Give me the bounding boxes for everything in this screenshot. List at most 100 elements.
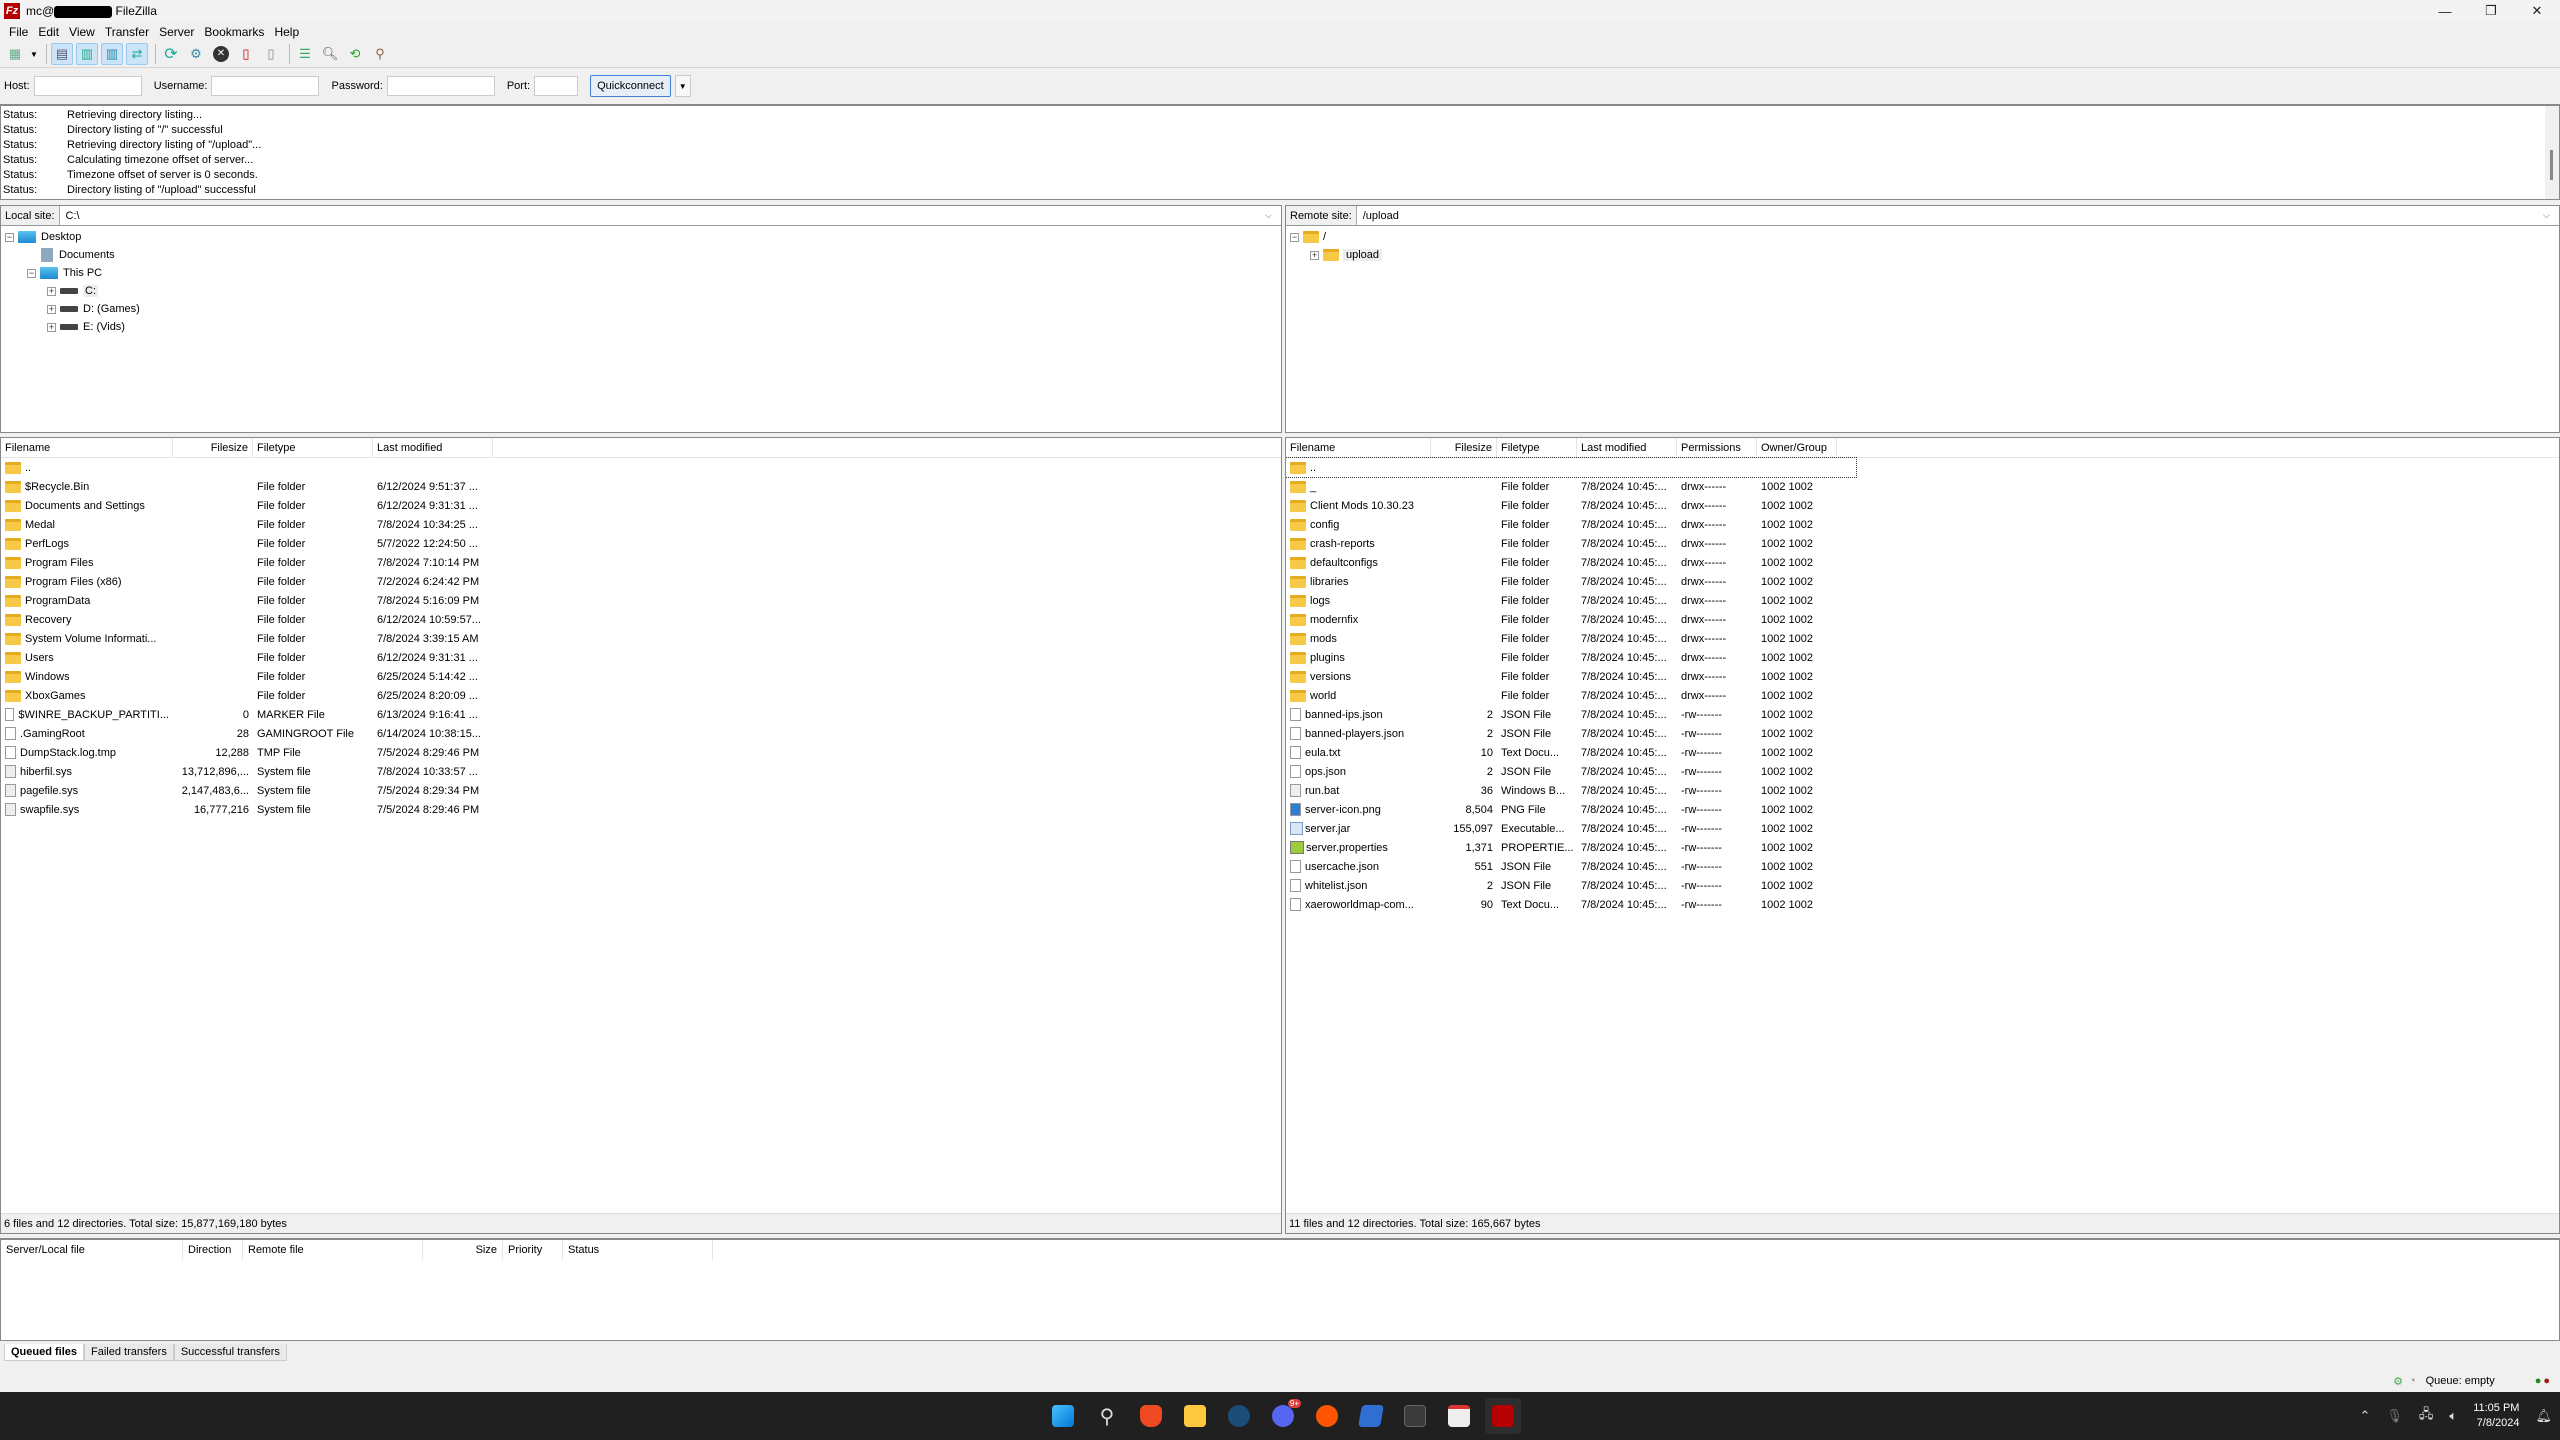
cancel-icon[interactable]: ✕ (210, 43, 232, 65)
local-file-row[interactable]: .. (1, 458, 1281, 477)
local-file-row[interactable]: $Recycle.Bin File folder 6/12/2024 9:51:… (1, 477, 1281, 496)
toggle-message-log-icon[interactable]: ▤ (51, 43, 73, 65)
minimize-button[interactable]: — (2422, 0, 2468, 22)
local-file-row[interactable]: ProgramData File folder 7/8/2024 5:16:09… (1, 591, 1281, 610)
quickconnect-button[interactable]: Quickconnect (590, 75, 671, 97)
compare-icon[interactable]: 🔍︎ (319, 43, 341, 65)
log-scrollbar[interactable] (2545, 106, 2559, 199)
microphone-icon[interactable]: 🎙︎ (2386, 1408, 2403, 1424)
remote-file-row[interactable]: libraries File folder 7/8/2024 10:45:...… (1286, 572, 2559, 591)
column-filename[interactable]: Filename (1286, 438, 1431, 457)
menu-transfer[interactable]: Transfer (100, 25, 154, 39)
remote-file-row[interactable]: plugins File folder 7/8/2024 10:45:... d… (1286, 648, 2559, 667)
discord-button[interactable]: 9+ (1265, 1398, 1301, 1434)
toggle-transfer-queue-icon[interactable]: ⇄ (126, 43, 148, 65)
filezilla-taskbar-button[interactable] (1485, 1398, 1521, 1434)
settings-gear-icon[interactable]: ⚙ (2393, 1375, 2403, 1388)
column-priority[interactable]: Priority (503, 1240, 563, 1260)
column-filetype[interactable]: Filetype (253, 438, 373, 457)
remote-file-row[interactable]: server-icon.png 8,504 PNG File 7/8/2024 … (1286, 800, 2559, 819)
snipping-tool-button[interactable] (1441, 1398, 1477, 1434)
search-button[interactable]: ⚲ (1089, 1398, 1125, 1434)
tab-queued-files[interactable]: Queued files (4, 1344, 85, 1361)
toggle-local-tree-icon[interactable]: ▥ (76, 43, 98, 65)
remote-file-row[interactable]: .. (1286, 457, 1857, 478)
terminal-button[interactable] (1397, 1398, 1433, 1434)
site-manager-dropdown-icon[interactable]: ▼ (29, 43, 39, 65)
show-hidden-icons-icon[interactable]: ⌃ (2359, 1408, 2370, 1424)
host-input[interactable] (33, 76, 142, 96)
local-file-row[interactable]: .GamingRoot 28 GAMINGROOT File 6/14/2024… (1, 724, 1281, 743)
remote-file-row[interactable]: config File folder 7/8/2024 10:45:... dr… (1286, 515, 2559, 534)
synchronized-browsing-icon[interactable]: ⟲ (344, 43, 366, 65)
local-file-row[interactable]: pagefile.sys 2,147,483,6... System file … (1, 781, 1281, 800)
local-file-row[interactable]: Program Files (x86) File folder 7/2/2024… (1, 572, 1281, 591)
reconnect-icon[interactable]: ▯ (260, 43, 282, 65)
process-queue-icon[interactable]: ⚙ (185, 43, 207, 65)
tree-item-c-drive[interactable]: + C: (5, 282, 140, 300)
tree-item-upload[interactable]: + upload (1290, 246, 1383, 264)
column-last-modified[interactable]: Last modified (1577, 438, 1677, 457)
column-filetype[interactable]: Filetype (1497, 438, 1577, 457)
tab-successful-transfers[interactable]: Successful transfers (173, 1344, 287, 1361)
local-file-row[interactable]: Users File folder 6/12/2024 9:31:31 ... (1, 648, 1281, 667)
search-icon[interactable]: ⚲ (369, 43, 391, 65)
remote-file-row[interactable]: run.bat 36 Windows B... 7/8/2024 10:45:.… (1286, 781, 2559, 800)
remote-file-row[interactable]: banned-players.json 2 JSON File 7/8/2024… (1286, 724, 2559, 743)
tree-item-this-pc[interactable]: − This PC (5, 264, 140, 282)
local-file-row[interactable]: Recovery File folder 6/12/2024 10:59:57.… (1, 610, 1281, 629)
menu-file[interactable]: File (4, 25, 33, 39)
network-icon[interactable]: 🖧 (2419, 1405, 2434, 1427)
remote-file-row[interactable]: Client Mods 10.30.23 File folder 7/8/202… (1286, 496, 2559, 515)
menu-help[interactable]: Help (269, 25, 304, 39)
column-filename[interactable]: Filename (1, 438, 173, 457)
local-file-row[interactable]: $WINRE_BACKUP_PARTITI... 0 MARKER File 6… (1, 705, 1281, 724)
column-status[interactable]: Status (563, 1240, 713, 1260)
quickconnect-dropdown-icon[interactable]: ▼ (674, 75, 691, 97)
volume-icon[interactable]: 🔈︎ (2449, 1408, 2457, 1424)
local-file-row[interactable]: hiberfil.sys 13,712,896,... System file … (1, 762, 1281, 781)
remote-file-row[interactable]: server.properties 1,371 PROPERTIE... 7/8… (1286, 838, 2559, 857)
menu-view[interactable]: View (64, 25, 100, 39)
tree-item-e-drive[interactable]: + E: (Vids) (5, 318, 140, 336)
soundcloud-button[interactable] (1309, 1398, 1345, 1434)
password-input[interactable] (386, 76, 495, 96)
local-site-dropdown-icon[interactable]: ⌵ (1265, 210, 1281, 221)
remote-file-row[interactable]: eula.txt 10 Text Docu... 7/8/2024 10:45:… (1286, 743, 2559, 762)
clock[interactable]: 11:05 PM 7/8/2024 (2473, 1401, 2519, 1431)
local-file-row[interactable]: Windows File folder 6/25/2024 5:14:42 ..… (1, 667, 1281, 686)
refresh-icon[interactable]: ⟳ (160, 43, 182, 65)
menu-bookmarks[interactable]: Bookmarks (199, 25, 269, 39)
tree-item-d-drive[interactable]: + D: (Games) (5, 300, 140, 318)
remote-file-row[interactable]: banned-ips.json 2 JSON File 7/8/2024 10:… (1286, 705, 2559, 724)
notifications-icon[interactable]: 🔔︎ (2535, 1408, 2552, 1424)
column-size[interactable]: Size (423, 1240, 503, 1260)
column-server-local-file[interactable]: Server/Local file (1, 1240, 183, 1260)
toggle-remote-tree-icon[interactable]: ▥ (101, 43, 123, 65)
column-filesize[interactable]: Filesize (1431, 438, 1497, 457)
local-site-path[interactable]: C:\ (60, 210, 1265, 222)
local-file-row[interactable]: swapfile.sys 16,777,216 System file 7/5/… (1, 800, 1281, 819)
local-file-row[interactable]: Medal File folder 7/8/2024 10:34:25 ... (1, 515, 1281, 534)
remote-site-dropdown-icon[interactable]: ⌵ (2543, 210, 2559, 221)
username-input[interactable] (211, 76, 320, 96)
remote-site-path[interactable]: /upload (1357, 210, 2543, 222)
column-owner-group[interactable]: Owner/Group (1757, 438, 1837, 457)
remote-file-row[interactable]: crash-reports File folder 7/8/2024 10:45… (1286, 534, 2559, 553)
local-file-row[interactable]: XboxGames File folder 6/25/2024 8:20:09 … (1, 686, 1281, 705)
tab-failed-transfers[interactable]: Failed transfers (84, 1344, 174, 1361)
tree-item-root[interactable]: − / (1290, 228, 1382, 246)
local-file-row[interactable]: DumpStack.log.tmp 12,288 TMP File 7/5/20… (1, 743, 1281, 762)
port-input[interactable] (534, 76, 579, 96)
powershell-button[interactable] (1353, 1398, 1389, 1434)
column-remote-file[interactable]: Remote file (243, 1240, 423, 1260)
disconnect-icon[interactable]: ▯ (235, 43, 257, 65)
menu-server[interactable]: Server (154, 25, 199, 39)
local-file-row[interactable]: Documents and Settings File folder 6/12/… (1, 496, 1281, 515)
remote-file-row[interactable]: world File folder 7/8/2024 10:45:... drw… (1286, 686, 2559, 705)
start-button[interactable] (1045, 1398, 1081, 1434)
remote-file-row[interactable]: usercache.json 551 JSON File 7/8/2024 10… (1286, 857, 2559, 876)
remote-file-row[interactable]: modernfix File folder 7/8/2024 10:45:...… (1286, 610, 2559, 629)
local-file-row[interactable]: Program Files File folder 7/8/2024 7:10:… (1, 553, 1281, 572)
brave-button[interactable] (1133, 1398, 1169, 1434)
